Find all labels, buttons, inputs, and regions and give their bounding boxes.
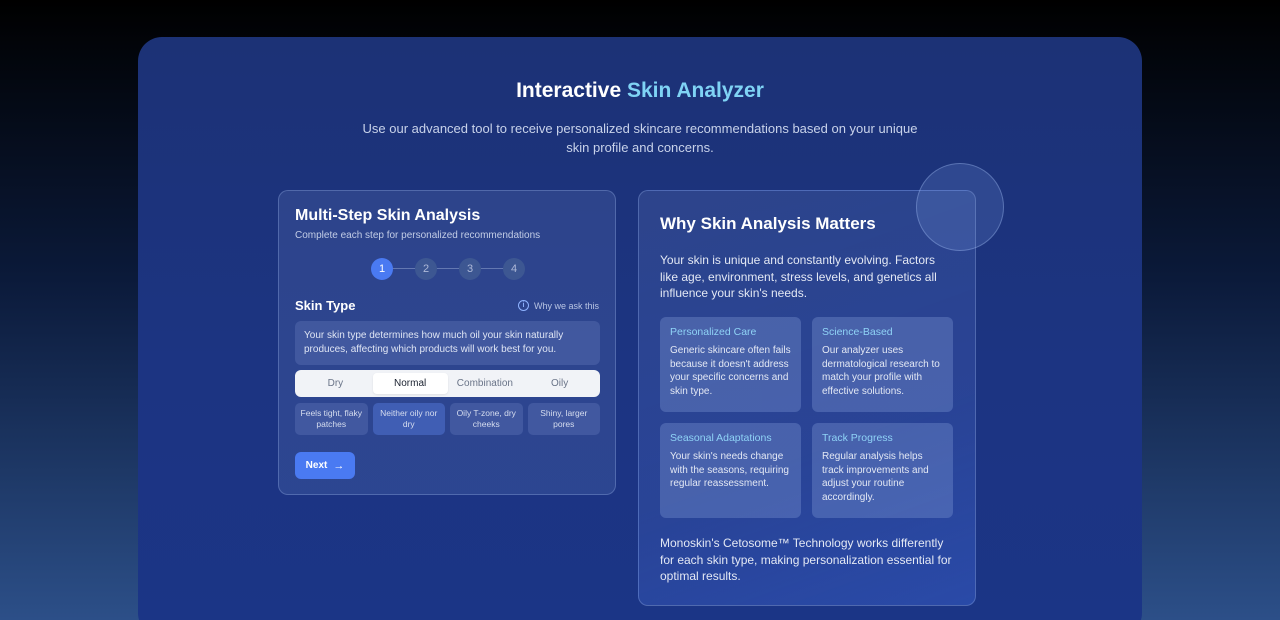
feature-text: Our analyzer uses dermatological researc… bbox=[822, 345, 940, 397]
feature-card-science: Science-Based Our analyzer uses dermatol… bbox=[812, 317, 953, 412]
skin-type-heading: Skin Type bbox=[295, 298, 356, 313]
analysis-subtitle: Complete each step for personalized reco… bbox=[295, 230, 541, 241]
next-label: Next bbox=[305, 460, 328, 471]
analysis-title: Multi-Step Skin Analysis bbox=[295, 207, 481, 224]
step-4[interactable]: 4 bbox=[503, 258, 525, 280]
skin-analyzer-section: Interactive Skin Analyzer Use our advanc… bbox=[138, 37, 1142, 620]
info-icon: i bbox=[517, 300, 529, 311]
feature-card-personalized: Personalized Care Generic skincare often… bbox=[660, 317, 801, 412]
feature-text: Regular analysis helps track improvement… bbox=[822, 451, 929, 503]
step-1[interactable]: 1 bbox=[371, 258, 393, 280]
arrow-right-icon: → bbox=[333, 459, 345, 472]
why-label: Why we ask this bbox=[533, 300, 599, 311]
feature-title: Seasonal Adaptations bbox=[670, 432, 772, 444]
why-analysis-card: Why Skin Analysis Matters Your skin is u… bbox=[638, 190, 976, 606]
hint-normal[interactable]: Neither oily nor dry bbox=[372, 403, 445, 435]
decorative-circle bbox=[916, 163, 1004, 251]
why-intro: Your skin is unique and constantly evolv… bbox=[660, 253, 937, 300]
hint-combination[interactable]: Oily T-zone, dry cheeks bbox=[450, 403, 523, 435]
why-title: Why Skin Analysis Matters bbox=[660, 214, 876, 233]
section-title: Interactive Skin Analyzer bbox=[138, 79, 1142, 103]
step-2[interactable]: 2 bbox=[415, 258, 437, 280]
why-we-ask-link[interactable]: i Why we ask this bbox=[517, 300, 599, 311]
feature-title: Personalized Care bbox=[670, 326, 757, 338]
title-accent: Skin Analyzer bbox=[626, 79, 764, 102]
analysis-card: Multi-Step Skin Analysis Complete each s… bbox=[278, 190, 616, 495]
option-combination[interactable]: Combination bbox=[448, 373, 523, 394]
feature-card-seasonal: Seasonal Adaptations Your skin's needs c… bbox=[660, 423, 801, 518]
section-subtitle: Use our advanced tool to receive persona… bbox=[362, 121, 918, 155]
step-3[interactable]: 3 bbox=[459, 258, 481, 280]
step-connector bbox=[381, 268, 515, 269]
next-button[interactable]: Next → bbox=[295, 452, 355, 479]
feature-text: Generic skincare often fails because it … bbox=[670, 345, 791, 397]
option-hints: Feels tight, flaky patches Neither oily … bbox=[295, 403, 600, 435]
skin-type-selector: Dry Normal Combination Oily bbox=[295, 370, 600, 397]
option-normal[interactable]: Normal bbox=[372, 373, 448, 394]
step-indicator: 1 2 3 4 bbox=[371, 258, 525, 280]
title-main: Interactive bbox=[516, 79, 627, 102]
feature-text: Your skin's needs change with the season… bbox=[670, 451, 789, 489]
feature-title: Science-Based bbox=[822, 326, 893, 338]
option-dry[interactable]: Dry bbox=[298, 373, 373, 394]
skin-type-description: Your skin type determines how much oil y… bbox=[295, 321, 600, 365]
option-oily[interactable]: Oily bbox=[522, 373, 597, 394]
why-outro: Monoskin's Cetosome™ Technology works di… bbox=[660, 536, 952, 583]
feature-card-progress: Track Progress Regular analysis helps tr… bbox=[812, 423, 953, 518]
feature-title: Track Progress bbox=[822, 432, 893, 444]
hint-dry[interactable]: Feels tight, flaky patches bbox=[295, 403, 368, 435]
hint-oily[interactable]: Shiny, larger pores bbox=[527, 403, 600, 435]
